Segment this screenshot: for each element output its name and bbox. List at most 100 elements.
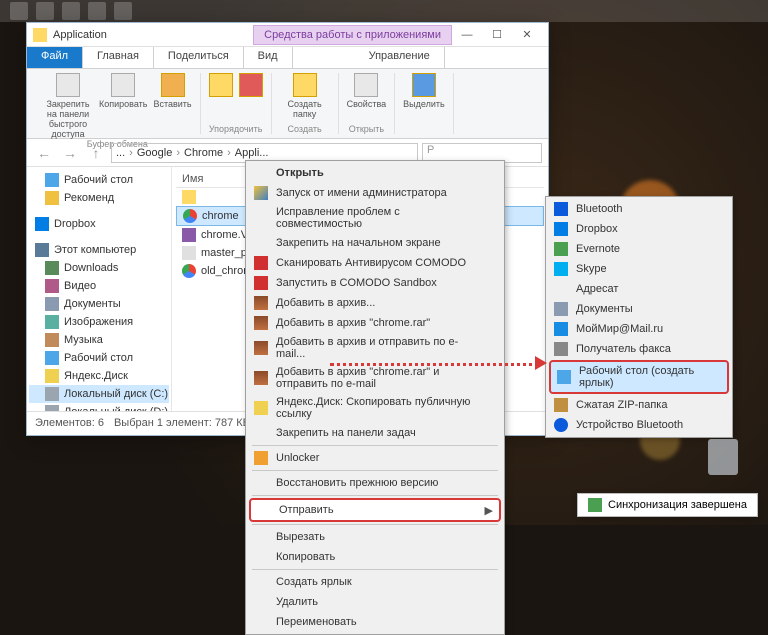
sidebar-music[interactable]: Музыка	[29, 331, 169, 349]
ctx-unlocker[interactable]: Unlocker	[248, 448, 502, 468]
context-tools-tab[interactable]: Средства работы с приложениями	[253, 25, 452, 45]
bluetooth-icon	[554, 202, 568, 216]
ctx-shortcut[interactable]: Создать ярлык	[248, 572, 502, 592]
sendto-desktop[interactable]: Рабочий стол (создать ярлык)	[549, 360, 729, 394]
tab-file[interactable]: Файл	[27, 47, 83, 68]
sidebar-local-d[interactable]: Локальный диск (D:)	[29, 403, 169, 411]
sidebar-documents[interactable]: Документы	[29, 295, 169, 313]
annotation-arrow-head	[535, 356, 547, 370]
ctx-restore[interactable]: Восстановить прежнюю версию	[248, 473, 502, 493]
ctx-pin-start[interactable]: Закрепить на начальном экране	[248, 233, 502, 253]
properties-button[interactable]: Свойства	[347, 73, 387, 109]
chevron-right-icon: ▶	[485, 504, 493, 517]
desktop-icon	[557, 370, 571, 384]
sendto-fax[interactable]: Получатель факса	[548, 339, 730, 359]
ctx-pin-taskbar[interactable]: Закрепить на панели задач	[248, 423, 502, 443]
context-menu: Открыть Запуск от имени администратора И…	[245, 160, 505, 635]
tab-share[interactable]: Поделиться	[154, 47, 244, 68]
evernote-notification[interactable]: Синхронизация завершена	[577, 493, 758, 517]
ctx-copy[interactable]: Копировать	[248, 547, 502, 567]
up-button[interactable]: ↑	[85, 142, 107, 164]
sendto-evernote[interactable]: Evernote	[548, 239, 730, 259]
window-title: Application	[53, 29, 253, 41]
chrome-icon	[182, 264, 196, 278]
pin-button[interactable]: Закрепить на панели быстрого доступа	[43, 73, 93, 139]
sendto-bt-device[interactable]: Устройство Bluetooth	[548, 415, 730, 435]
ctx-add-rar-email[interactable]: Добавить в архив "chrome.rar" и отправит…	[248, 363, 502, 393]
unlocker-icon	[254, 451, 268, 465]
sidebar-local-c[interactable]: Локальный диск (C:)	[29, 385, 169, 403]
comodo-icon	[254, 256, 268, 270]
ctx-add-rar[interactable]: Добавить в архив "chrome.rar"	[248, 313, 502, 333]
forward-button[interactable]: →	[59, 142, 81, 164]
bluetooth-icon	[554, 418, 568, 432]
ribbon: Закрепить на панели быстрого доступа Коп…	[27, 69, 548, 139]
rar-icon	[254, 341, 268, 355]
sidebar-dropbox[interactable]: Dropbox	[29, 215, 169, 233]
sendto-addressee[interactable]: Адресат	[548, 279, 730, 299]
minimize-button[interactable]: —	[452, 25, 482, 45]
ctx-cut[interactable]: Вырезать	[248, 527, 502, 547]
new-folder-button[interactable]: Создать папку	[280, 73, 330, 119]
move-button[interactable]	[209, 73, 233, 97]
skype-icon	[554, 262, 568, 276]
paste-button[interactable]: Вставить	[153, 73, 191, 139]
copy-button[interactable]: Копировать	[99, 73, 147, 139]
sendto-dropbox[interactable]: Dropbox	[548, 219, 730, 239]
recycle-bin-icon[interactable]	[708, 439, 738, 475]
sendto-moimir[interactable]: МойМир@Mail.ru	[548, 319, 730, 339]
ctx-add-archive[interactable]: Добавить в архив...	[248, 293, 502, 313]
back-button[interactable]: ←	[33, 142, 55, 164]
ctx-rename[interactable]: Переименовать	[248, 612, 502, 632]
ribbon-tabs: Файл Главная Поделиться Вид Управление	[27, 47, 548, 69]
yandex-icon	[254, 401, 268, 415]
ctx-send-to[interactable]: Отправить▶	[249, 498, 501, 522]
sendto-bluetooth[interactable]: Bluetooth	[548, 199, 730, 219]
taskbar	[0, 0, 768, 22]
ctx-open[interactable]: Открыть	[248, 163, 502, 183]
folder-icon	[33, 28, 47, 42]
status-count: Элементов: 6	[35, 417, 104, 429]
sendto-documents[interactable]: Документы	[548, 299, 730, 319]
ctx-runas[interactable]: Запуск от имени администратора	[248, 183, 502, 203]
sidebar-this-pc[interactable]: Этот компьютер	[29, 241, 169, 259]
evernote-icon	[588, 498, 602, 512]
sendto-skype[interactable]: Skype	[548, 259, 730, 279]
ctx-add-email[interactable]: Добавить в архив и отправить по e-mail..…	[248, 333, 502, 363]
taskbar-icon[interactable]	[88, 2, 106, 20]
delete-button[interactable]	[239, 73, 263, 97]
sidebar-yandex[interactable]: Яндекс.Диск	[29, 367, 169, 385]
taskbar-icon[interactable]	[10, 2, 28, 20]
taskbar-icon[interactable]	[62, 2, 80, 20]
taskbar-icon[interactable]	[36, 2, 54, 20]
send-to-submenu: Bluetooth Dropbox Evernote Skype Адресат…	[545, 196, 733, 438]
sidebar-downloads[interactable]: Downloads	[29, 259, 169, 277]
ctx-yandex[interactable]: Яндекс.Диск: Скопировать публичную ссылк…	[248, 393, 502, 423]
close-button[interactable]: ✕	[512, 25, 542, 45]
sidebar-recommend[interactable]: Рекоменд	[29, 189, 169, 207]
comodo-icon	[254, 276, 268, 290]
sendto-zip[interactable]: Сжатая ZIP-папка	[548, 395, 730, 415]
dropbox-icon	[554, 222, 568, 236]
rar-icon	[254, 296, 268, 310]
sidebar-images[interactable]: Изображения	[29, 313, 169, 331]
mail-icon	[554, 282, 568, 296]
taskbar-icon[interactable]	[114, 2, 132, 20]
select-button[interactable]: Выделить	[403, 73, 445, 109]
status-selection: Выбран 1 элемент: 787 КБ	[114, 417, 250, 429]
ctx-sandbox[interactable]: Запустить в COMODO Sandbox	[248, 273, 502, 293]
ctx-delete[interactable]: Удалить	[248, 592, 502, 612]
tab-home[interactable]: Главная	[83, 47, 154, 68]
shield-icon	[254, 186, 268, 200]
sidebar-desktop-2[interactable]: Рабочий стол	[29, 349, 169, 367]
sidebar-video[interactable]: Видео	[29, 277, 169, 295]
ctx-scan[interactable]: Сканировать Антивирусом COMODO	[248, 253, 502, 273]
zip-icon	[554, 398, 568, 412]
ctx-compat[interactable]: Исправление проблем с совместимостью	[248, 203, 502, 233]
titlebar[interactable]: Application Средства работы с приложения…	[27, 23, 548, 47]
sidebar-desktop[interactable]: Рабочий стол	[29, 171, 169, 189]
maximize-button[interactable]: ☐	[482, 25, 512, 45]
tab-manage[interactable]: Управление	[355, 47, 445, 68]
tab-view[interactable]: Вид	[244, 47, 293, 68]
chrome-icon	[183, 209, 197, 223]
